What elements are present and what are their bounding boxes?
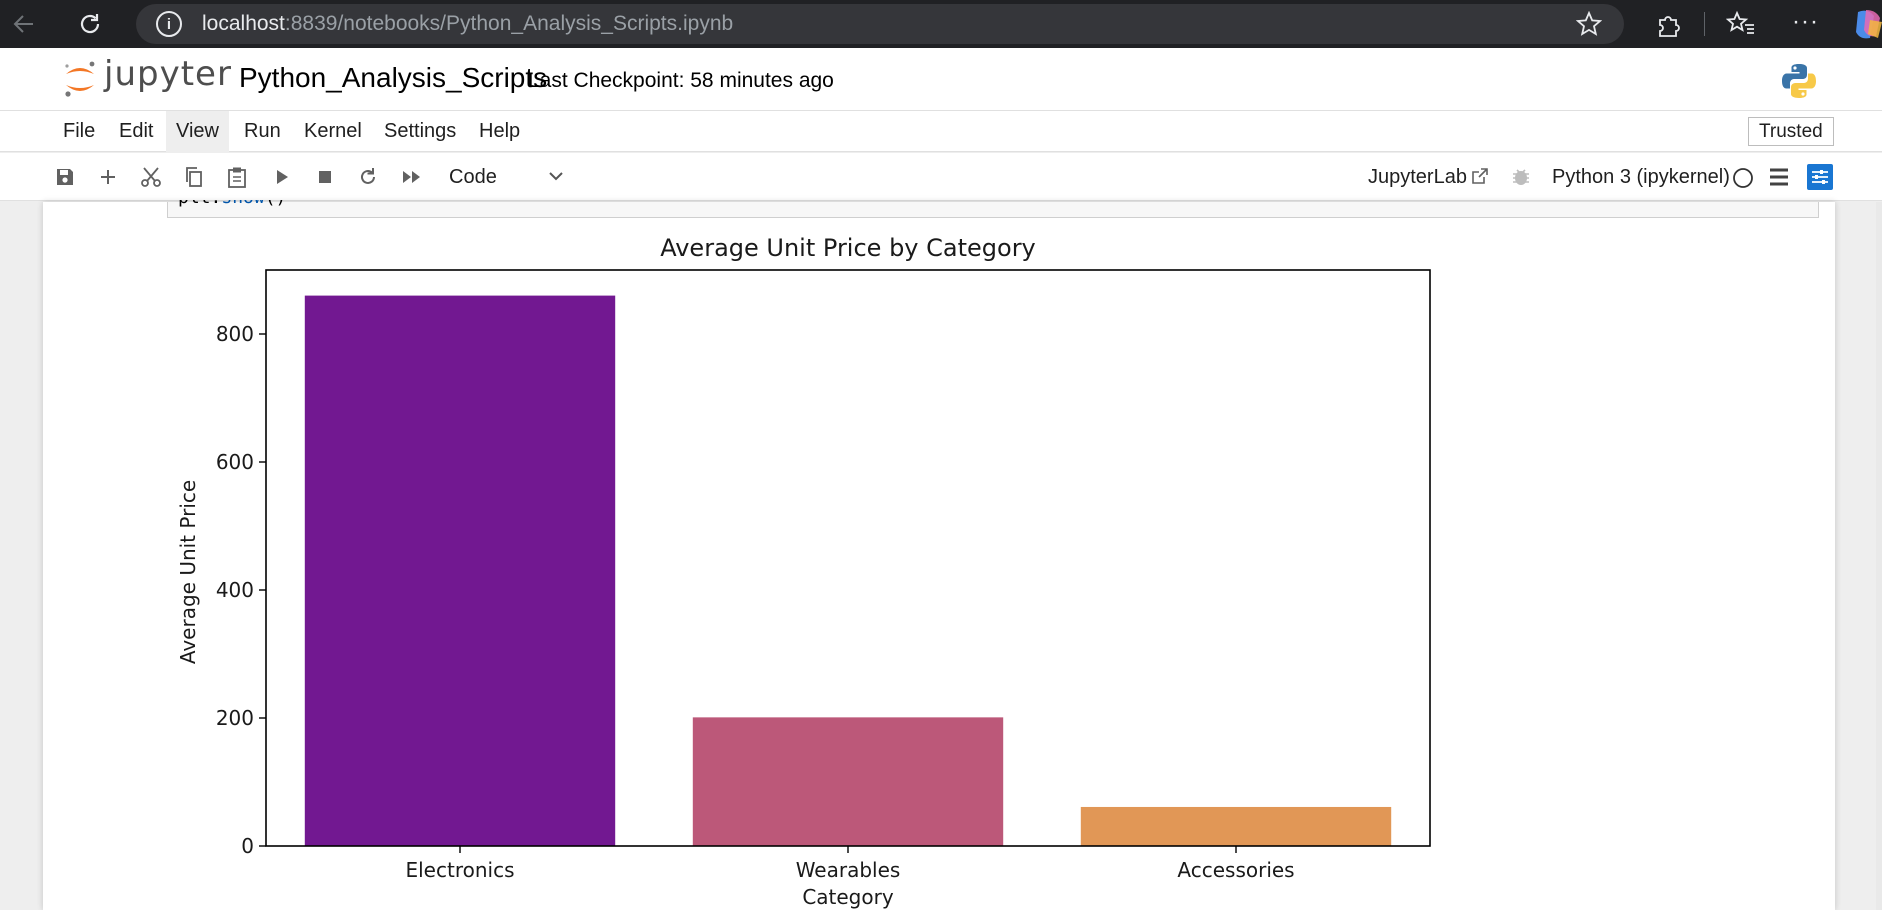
kernel-idle-icon <box>1732 167 1754 194</box>
browser-bar: i localhost:8839/notebooks/Python_Analys… <box>0 0 1882 48</box>
x-tick-label: Electronics <box>405 858 514 882</box>
notebook-header: jupyter Python_Analysis_Scripts Last Che… <box>0 48 1882 110</box>
stop-icon[interactable] <box>311 163 339 191</box>
chart-title: Average Unit Price by Category <box>660 234 1036 262</box>
extensions-icon[interactable] <box>1654 10 1682 43</box>
x-tick-label: Accessories <box>1177 858 1294 882</box>
address-bar[interactable]: i localhost:8839/notebooks/Python_Analys… <box>136 4 1624 44</box>
menu-kernel[interactable]: Kernel <box>294 111 372 152</box>
copy-icon[interactable] <box>180 163 208 191</box>
jupyter-logo-icon[interactable] <box>62 60 98 98</box>
copilot-icon[interactable] <box>1852 8 1882 40</box>
trusted-indicator[interactable]: Trusted <box>1748 117 1834 146</box>
more-options-icon[interactable]: ··· <box>1792 8 1819 36</box>
menu-settings[interactable]: Settings <box>374 111 466 152</box>
menu-run[interactable]: Run <box>234 111 291 152</box>
chart-bar-wearables <box>692 717 1004 846</box>
python-logo-icon <box>1780 62 1818 100</box>
menu-bar: File Edit View Run Kernel Settings Help … <box>0 110 1882 152</box>
cut-icon[interactable] <box>137 163 165 191</box>
divider <box>1704 12 1705 36</box>
x-tick-label: Wearables <box>796 858 901 882</box>
chart-bar-electronics <box>304 295 616 847</box>
refresh-icon[interactable] <box>70 4 110 44</box>
code-cell[interactable] <box>167 202 1819 218</box>
y-tick-label: 400 <box>216 578 254 602</box>
bar-chart: Average Unit Price by Category Electronic… <box>176 234 1431 909</box>
chevron-down-icon[interactable] <box>548 161 568 193</box>
favorites-icon[interactable] <box>1725 10 1756 43</box>
menu-file[interactable]: File <box>53 111 105 152</box>
back-icon[interactable] <box>4 4 44 44</box>
y-tick-label: 0 <box>241 834 254 858</box>
kernel-name[interactable]: Python 3 (ipykernel) <box>1552 153 1730 201</box>
notebook-title[interactable]: Python_Analysis_Scripts <box>239 62 547 94</box>
y-tick-label: 200 <box>216 706 254 730</box>
menu-view[interactable]: View <box>166 111 229 152</box>
paste-icon[interactable] <box>223 163 251 191</box>
favorite-star-icon[interactable] <box>1575 10 1603 42</box>
checkpoint-status: Last Checkpoint: 58 minutes ago <box>528 69 834 92</box>
jupyterlab-link[interactable]: JupyterLab <box>1368 153 1467 201</box>
site-info-icon[interactable]: i <box>156 11 182 37</box>
save-icon[interactable] <box>51 163 79 191</box>
menu-edit[interactable]: Edit <box>109 111 163 152</box>
restart-icon[interactable] <box>354 163 382 191</box>
url-text: localhost:8839/notebooks/Python_Analysis… <box>202 12 734 35</box>
menu-help[interactable]: Help <box>469 111 530 152</box>
chart-bar-accessories <box>1080 806 1392 846</box>
external-link-icon[interactable] <box>1470 166 1490 191</box>
property-inspector-icon[interactable] <box>1807 164 1833 190</box>
restart-run-all-icon[interactable] <box>398 163 426 191</box>
page-scrollbar[interactable] <box>1876 202 1882 910</box>
debugger-icon[interactable] <box>1510 166 1532 193</box>
jupyter-logo-text: jupyter <box>104 54 232 94</box>
notebook-toolbar: Code JupyterLab Python 3 (ipykernel) <box>0 153 1882 201</box>
add-cell-icon[interactable] <box>94 163 122 191</box>
y-tick-label: 800 <box>216 322 254 346</box>
y-tick-label: 600 <box>216 450 254 474</box>
y-axis-label: Average Unit Price <box>176 480 200 664</box>
x-axis-label: Category <box>802 885 894 909</box>
run-icon[interactable] <box>268 163 296 191</box>
list-view-icon[interactable] <box>1768 167 1790 192</box>
